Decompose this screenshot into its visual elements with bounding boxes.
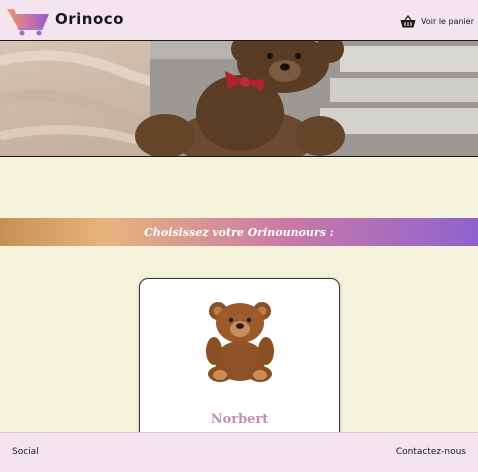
basket-icon [400,14,416,27]
brand-name[interactable]: Orinoco [55,10,124,28]
social-link[interactable]: Social [12,447,39,457]
product-name[interactable]: Norbert [140,412,339,427]
product-card[interactable]: Norbert [139,278,340,450]
site-footer: Social Contactez-nous [0,432,478,472]
shopping-cart-icon[interactable] [6,6,50,36]
site-header: Orinoco Voir le panier [0,0,478,41]
hero-banner-image [0,41,478,157]
view-cart-link[interactable]: Voir le panier [400,13,474,29]
section-heading: Choisissez votre Orinounours : [144,225,334,239]
view-cart-label: Voir le panier [421,16,474,26]
section-heading-band: Choisissez votre Orinounours : [0,218,478,246]
product-image [206,302,274,382]
contact-link[interactable]: Contactez-nous [396,447,466,457]
